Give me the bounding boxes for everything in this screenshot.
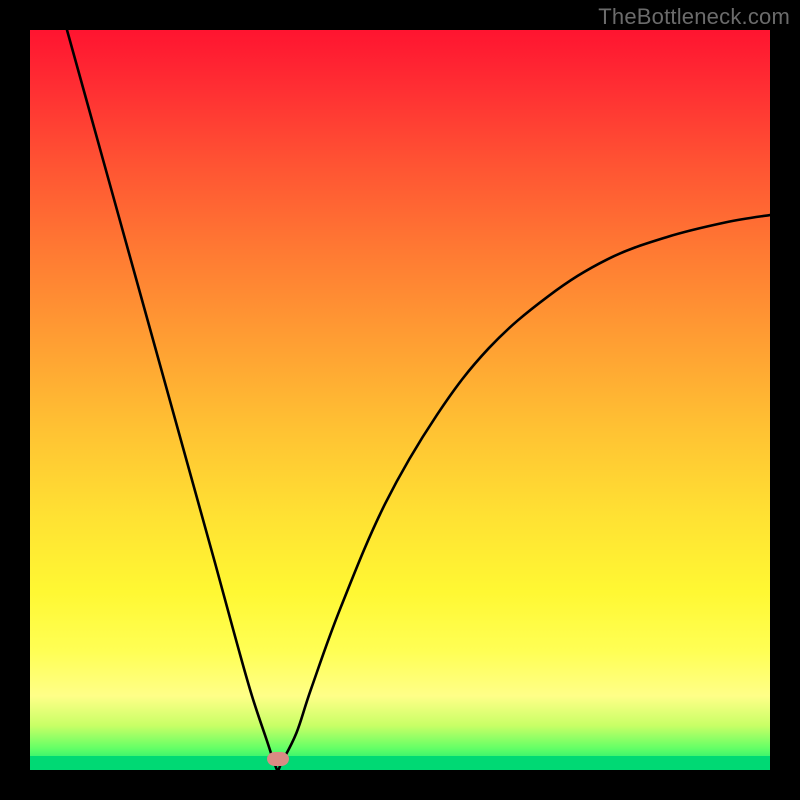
watermark-text: TheBottleneck.com (598, 4, 790, 30)
chart-frame: TheBottleneck.com (0, 0, 800, 800)
optimal-point-marker (267, 752, 289, 766)
bottleneck-curve (30, 30, 770, 770)
plot-area (30, 30, 770, 770)
